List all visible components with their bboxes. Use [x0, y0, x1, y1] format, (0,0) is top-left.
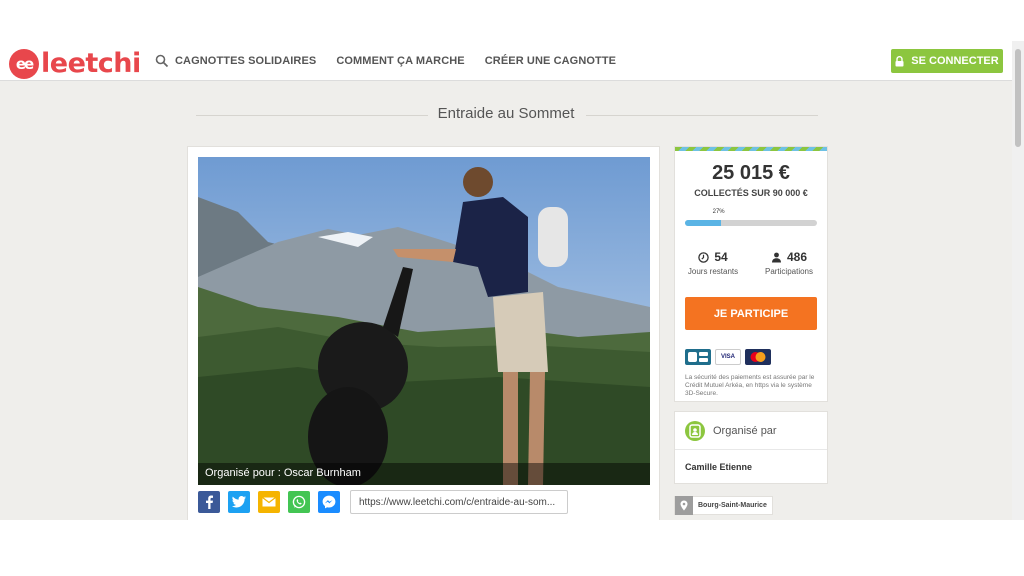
campaign-card: Organisé pour : Oscar Burnham [187, 146, 660, 520]
whatsapp-icon [292, 495, 306, 509]
map-pin-icon [675, 496, 693, 515]
leetchi-logo[interactable]: ee leetchi [9, 48, 141, 79]
twitter-icon [232, 496, 246, 508]
scrollbar-thumb[interactable] [1015, 49, 1021, 147]
cb-card-icon [685, 349, 711, 365]
photo-caption: Organisé pour : Oscar Burnham [198, 463, 650, 485]
share-url-field[interactable] [350, 490, 568, 514]
campaign-photo: Organisé pour : Oscar Burnham [198, 157, 650, 485]
organizer-heading: Organisé par [713, 424, 777, 437]
twitter-share-button[interactable] [228, 491, 250, 513]
lock-icon [895, 55, 904, 66]
participants-value: 486 [786, 250, 808, 264]
mastercard-icon [745, 349, 771, 365]
photo-illustration [198, 157, 650, 485]
top-navigation: ee leetchi CAGNOTTES SOLIDAIRES COMMENT … [0, 41, 1012, 81]
goal-label: COLLECTÉS SUR 90 000 € [694, 188, 808, 198]
logo-badge: ee [9, 48, 39, 79]
facebook-share-button[interactable] [198, 491, 220, 513]
stat-days: 54 Jours restants [675, 250, 751, 276]
security-notice: La sécurité des paiements est assurée pa… [685, 374, 815, 397]
funding-card: 25 015 € COLLECTÉS SUR 90 000 € 27% 54 J… [674, 146, 828, 402]
messenger-share-button[interactable] [318, 491, 340, 513]
search-icon [155, 54, 169, 68]
login-label: SE CONNECTER [911, 55, 999, 67]
payment-methods: VISA [685, 349, 827, 365]
whatsapp-share-button[interactable] [288, 491, 310, 513]
email-icon [262, 497, 276, 507]
organizer-icon [685, 420, 705, 441]
progress-label: 27% [712, 209, 725, 215]
browser-viewport: ee leetchi CAGNOTTES SOLIDAIRES COMMENT … [0, 41, 1024, 520]
stat-participants: 486 Participations [751, 250, 827, 276]
page-title: Entraide au Sommet [437, 105, 575, 122]
scrollbar[interactable] [1012, 41, 1024, 520]
participants-label: Participations [764, 267, 814, 276]
facebook-icon [206, 495, 213, 509]
clock-icon [698, 251, 710, 263]
days-left-value: 54 [714, 250, 728, 264]
organizer-card: Organisé par Camille Etienne [674, 411, 828, 484]
nav-creer-cagnotte[interactable]: CRÉER UNE CAGNOTTE [485, 55, 616, 67]
location-tag: Bourg-Saint-Maurice [674, 496, 773, 515]
progress-bar: 27% [685, 209, 817, 226]
location-name: Bourg-Saint-Maurice [698, 502, 767, 509]
amount-raised: 25 015 € [712, 162, 790, 184]
login-button[interactable]: SE CONNECTER [891, 49, 1003, 73]
participate-button[interactable]: JE PARTICIPE [685, 297, 817, 330]
progress-fill [685, 220, 721, 226]
share-row [198, 490, 568, 514]
messenger-icon [322, 495, 336, 509]
visa-card-icon: VISA [715, 349, 741, 365]
email-share-button[interactable] [258, 491, 280, 513]
days-left-label: Jours restants [687, 267, 739, 276]
nav-cagnottes-solidaires[interactable]: CAGNOTTES SOLIDAIRES [175, 55, 316, 67]
organizer-name[interactable]: Camille Etienne [675, 450, 827, 484]
person-icon [771, 252, 781, 262]
decorative-stripe [675, 147, 827, 151]
nav-comment-ca-marche[interactable]: COMMENT ÇA MARCHE [336, 55, 464, 67]
stats-row: 54 Jours restants 486 Participations [675, 250, 827, 276]
logo-text: leetchi [41, 48, 141, 79]
main-nav: CAGNOTTES SOLIDAIRES COMMENT ÇA MARCHE C… [155, 54, 636, 68]
